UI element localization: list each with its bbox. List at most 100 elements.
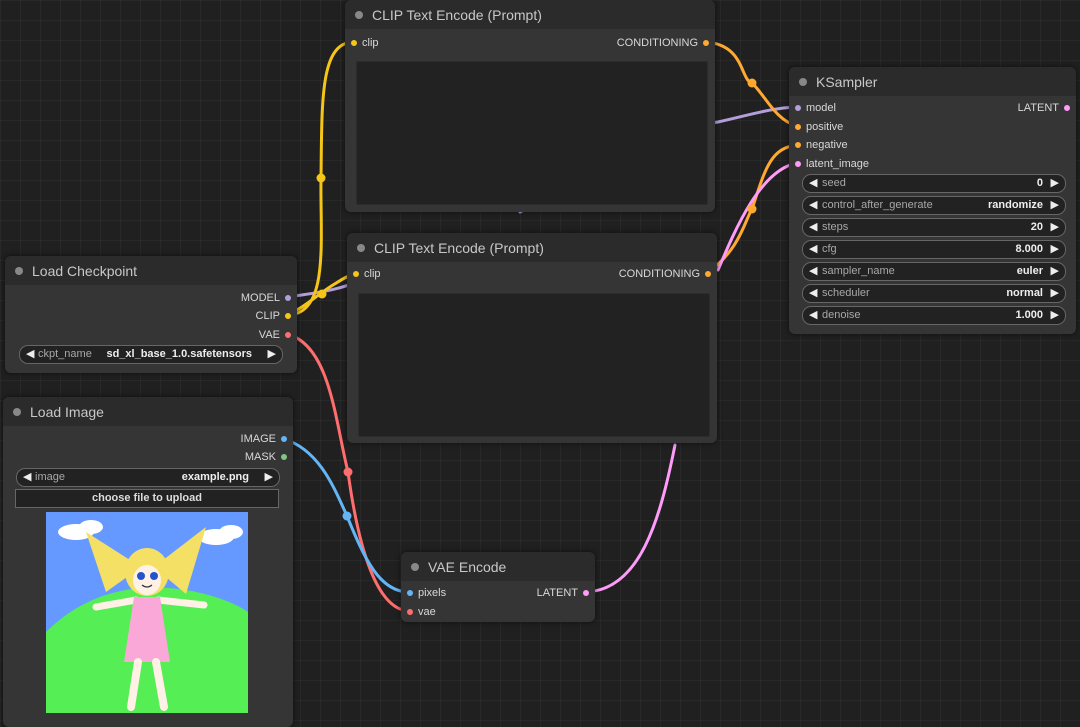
conditioning-pin-icon[interactable] xyxy=(705,271,711,277)
scheduler-widget[interactable]: ◀ scheduler normal ▶ xyxy=(802,284,1066,303)
vae-pin-icon[interactable] xyxy=(407,609,413,615)
node-header[interactable]: CLIP Text Encode (Prompt) xyxy=(347,233,717,262)
image-pin-icon[interactable] xyxy=(281,436,287,442)
output-slot-latent[interactable]: LATENT xyxy=(537,587,589,599)
steps-widget[interactable]: ◀ steps 20 ▶ xyxy=(802,218,1066,237)
image-combo[interactable]: ◀ image example.png ▶ xyxy=(16,468,280,487)
wire-midpoint-positive xyxy=(747,78,757,88)
wire-midpoint-vae xyxy=(343,467,353,477)
arrow-right-icon[interactable]: ▶ xyxy=(1051,198,1059,211)
arrow-left-icon[interactable]: ◀ xyxy=(809,308,817,321)
arrow-right-icon[interactable]: ▶ xyxy=(1051,242,1059,255)
arrow-right-icon[interactable]: ▶ xyxy=(1051,308,1059,321)
sampler-name-widget[interactable]: ◀ sampler_name euler ▶ xyxy=(802,262,1066,281)
slot-label: CONDITIONING xyxy=(616,37,698,49)
input-slot-latent-image[interactable]: latent_image xyxy=(795,158,869,170)
arrow-left-icon[interactable]: ◀ xyxy=(809,242,817,255)
widget-value: sd_xl_base_1.0.safetensors xyxy=(106,348,252,360)
input-slot-positive[interactable]: positive xyxy=(795,121,843,133)
slot-label: clip xyxy=(364,268,381,280)
arrow-right-icon[interactable]: ▶ xyxy=(268,347,276,360)
load-image-node[interactable]: Load Image IMAGE MASK ◀ image example.pn… xyxy=(3,397,293,727)
pixels-pin-icon[interactable] xyxy=(407,590,413,596)
arrow-left-icon[interactable]: ◀ xyxy=(809,176,817,189)
vae-pin-icon[interactable] xyxy=(285,332,291,338)
control-after-generate-widget[interactable]: ◀ control_after_generate randomize ▶ xyxy=(802,196,1066,215)
clip-text-encode-node-top[interactable]: CLIP Text Encode (Prompt) clip CONDITION… xyxy=(345,0,715,212)
output-slot-conditioning[interactable]: CONDITIONING xyxy=(617,37,709,49)
node-header[interactable]: VAE Encode xyxy=(401,552,595,581)
latent-pin-icon[interactable] xyxy=(583,590,589,596)
conditioning-pin-icon[interactable] xyxy=(703,40,709,46)
arrow-left-icon[interactable]: ◀ xyxy=(26,347,34,360)
wire-negative xyxy=(705,143,799,275)
output-slot-latent[interactable]: LATENT xyxy=(1018,102,1070,114)
seed-widget[interactable]: ◀ seed 0 ▶ xyxy=(802,174,1066,193)
node-collapse-dot[interactable] xyxy=(411,563,419,571)
mask-pin-icon[interactable] xyxy=(281,454,287,460)
arrow-left-icon[interactable]: ◀ xyxy=(23,470,31,483)
node-header[interactable]: KSampler xyxy=(789,67,1076,96)
output-slot-vae[interactable]: VAE xyxy=(259,329,291,341)
output-slot-conditioning[interactable]: CONDITIONING xyxy=(619,268,711,280)
node-collapse-dot[interactable] xyxy=(357,244,365,252)
arrow-right-icon[interactable]: ▶ xyxy=(1051,176,1059,189)
slot-label: VAE xyxy=(258,329,280,341)
cfg-widget[interactable]: ◀ cfg 8.000 ▶ xyxy=(802,240,1066,259)
widget-label: sampler_name xyxy=(822,265,895,277)
prompt-textarea[interactable] xyxy=(356,61,708,205)
node-header[interactable]: CLIP Text Encode (Prompt) xyxy=(345,0,715,29)
arrow-right-icon[interactable]: ▶ xyxy=(265,470,273,483)
latent-pin-icon[interactable] xyxy=(1064,105,1070,111)
widget-label: seed xyxy=(822,177,846,189)
latent-pin-icon[interactable] xyxy=(795,161,801,167)
wire-midpoint-negative xyxy=(747,204,757,214)
output-slot-image[interactable]: IMAGE xyxy=(241,433,287,445)
vae-encode-node[interactable]: VAE Encode pixels vae LATENT xyxy=(401,552,595,622)
node-header[interactable]: Load Image xyxy=(3,397,293,426)
widget-value: 0 xyxy=(1036,177,1043,189)
input-slot-vae[interactable]: vae xyxy=(407,606,436,618)
arrow-left-icon[interactable]: ◀ xyxy=(809,220,817,233)
node-collapse-dot[interactable] xyxy=(15,267,23,275)
model-pin-icon[interactable] xyxy=(285,295,291,301)
model-pin-icon[interactable] xyxy=(795,105,801,111)
node-collapse-dot[interactable] xyxy=(13,408,21,416)
denoise-widget[interactable]: ◀ denoise 1.000 ▶ xyxy=(802,306,1066,325)
input-slot-clip[interactable]: clip xyxy=(353,268,381,280)
arrow-right-icon[interactable]: ▶ xyxy=(1051,220,1059,233)
arrow-left-icon[interactable]: ◀ xyxy=(809,264,817,277)
clip-text-encode-node-bottom[interactable]: CLIP Text Encode (Prompt) clip CONDITION… xyxy=(347,233,717,443)
output-slot-clip[interactable]: CLIP xyxy=(256,310,291,322)
widget-label: control_after_generate xyxy=(822,199,933,211)
arrow-left-icon[interactable]: ◀ xyxy=(809,198,817,211)
arrow-right-icon[interactable]: ▶ xyxy=(1051,286,1059,299)
clip-pin-icon[interactable] xyxy=(353,271,359,277)
negative-pin-icon[interactable] xyxy=(795,142,801,148)
positive-pin-icon[interactable] xyxy=(795,124,801,130)
ksampler-node[interactable]: KSampler model positive negative latent_… xyxy=(789,67,1076,334)
arrow-right-icon[interactable]: ▶ xyxy=(1051,264,1059,277)
clip-pin-icon[interactable] xyxy=(351,40,357,46)
choose-file-button[interactable]: choose file to upload xyxy=(15,489,279,508)
node-collapse-dot[interactable] xyxy=(799,78,807,86)
arrow-left-icon[interactable]: ◀ xyxy=(809,286,817,299)
input-slot-negative[interactable]: negative xyxy=(795,139,848,151)
input-slot-clip[interactable]: clip xyxy=(351,37,379,49)
clip-pin-icon[interactable] xyxy=(285,313,291,319)
slot-label: MODEL xyxy=(240,292,280,304)
node-title: KSampler xyxy=(816,74,878,90)
widget-value: normal xyxy=(1006,287,1043,299)
output-slot-model[interactable]: MODEL xyxy=(241,292,291,304)
input-slot-pixels[interactable]: pixels xyxy=(407,587,446,599)
input-slot-model[interactable]: model xyxy=(795,102,836,114)
prompt-textarea[interactable] xyxy=(358,293,710,437)
node-header[interactable]: Load Checkpoint xyxy=(5,256,297,285)
widget-value: example.png xyxy=(181,471,249,483)
node-title: Load Image xyxy=(30,404,104,420)
load-checkpoint-node[interactable]: Load Checkpoint MODEL CLIP VAE ◀ ckpt_na… xyxy=(5,256,297,373)
ckpt-name-combo[interactable]: ◀ ckpt_name sd_xl_base_1.0.safetensors ▶ xyxy=(19,345,283,364)
output-slot-mask[interactable]: MASK xyxy=(245,451,287,463)
slot-label: positive xyxy=(806,121,844,133)
node-collapse-dot[interactable] xyxy=(355,11,363,19)
